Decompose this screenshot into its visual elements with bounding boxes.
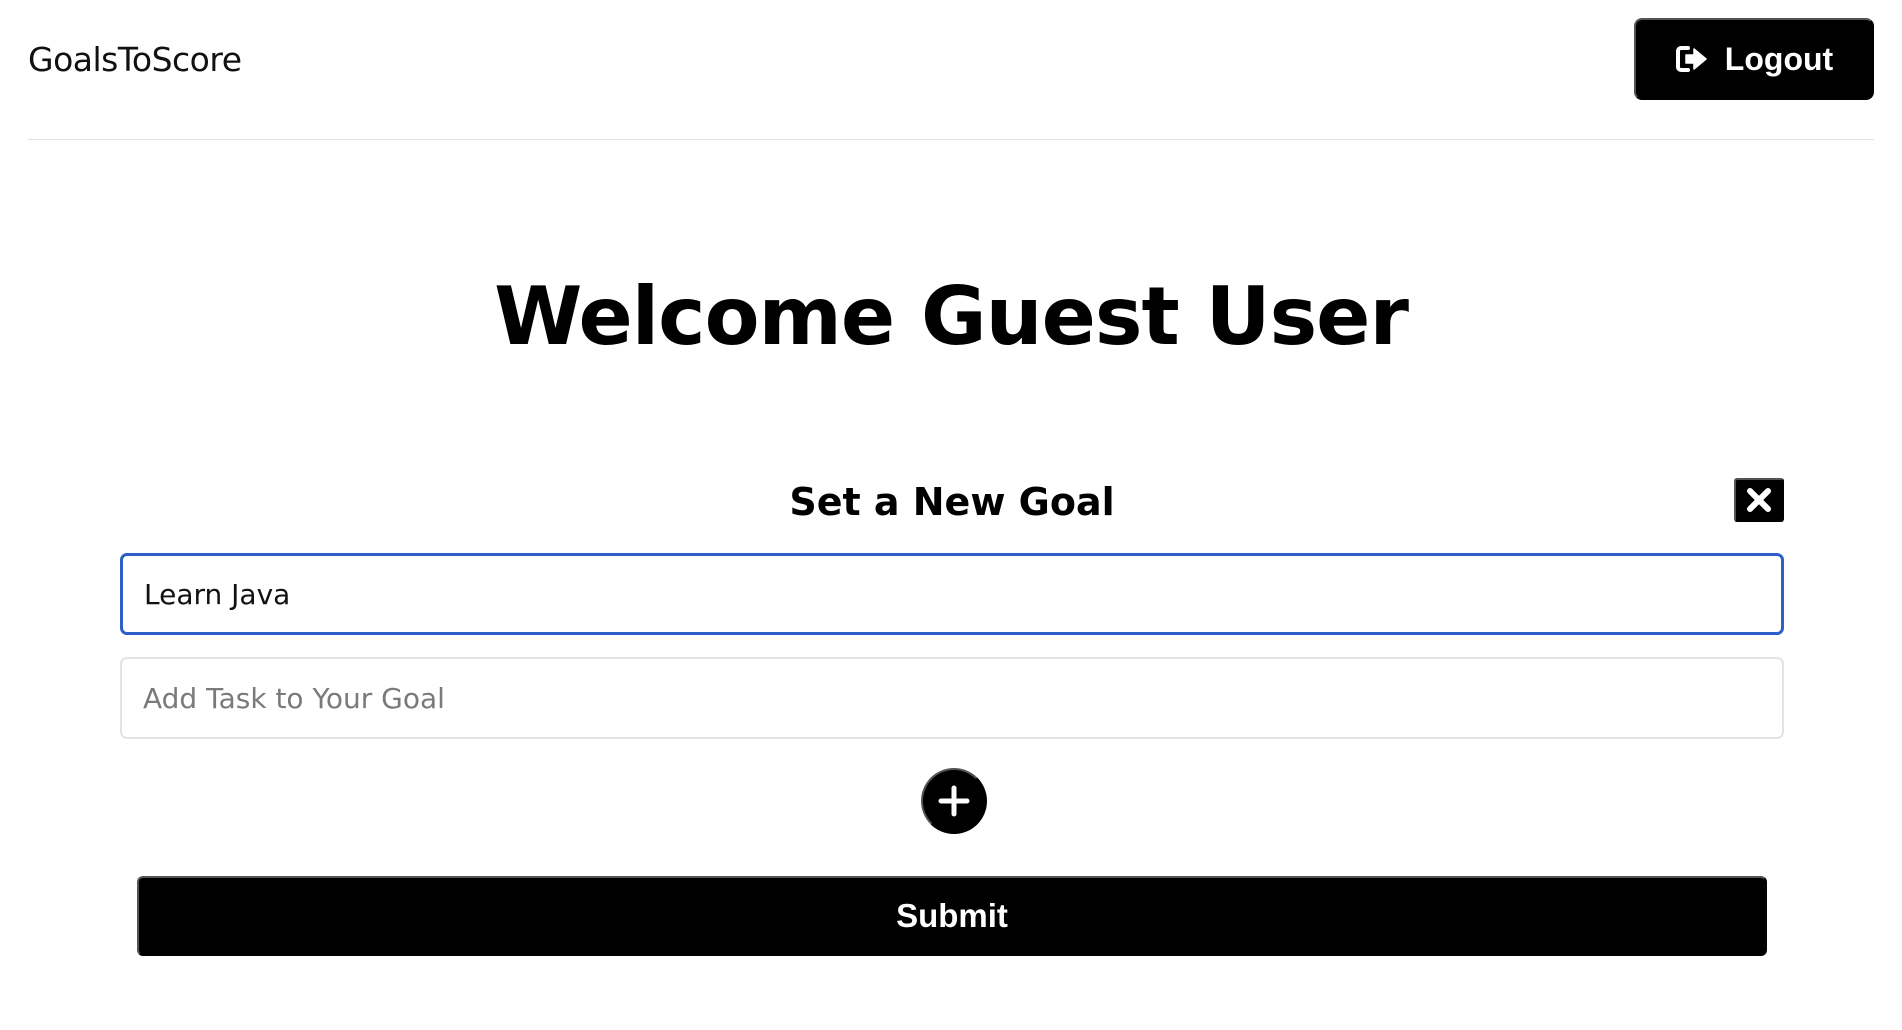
close-icon: [1745, 486, 1773, 514]
goal-name-input[interactable]: [120, 553, 1784, 635]
form-title: Set a New Goal: [789, 480, 1115, 524]
new-goal-form: Set a New Goal Submit: [120, 470, 1784, 970]
plus-icon: [937, 784, 971, 818]
sign-out-icon: [1675, 44, 1709, 74]
logout-label: Logout: [1724, 40, 1834, 77]
page: GoalsToScore Logout Welcome Guest User S…: [0, 0, 1902, 1030]
close-form-button[interactable]: [1734, 478, 1784, 522]
top-navbar: GoalsToScore Logout: [28, 0, 1874, 140]
brand-logo-text[interactable]: GoalsToScore: [28, 40, 242, 79]
logout-button[interactable]: Logout: [1634, 18, 1874, 100]
submit-button[interactable]: Submit: [137, 876, 1767, 956]
welcome-heading: Welcome Guest User: [494, 270, 1409, 363]
task-input[interactable]: [120, 657, 1784, 739]
add-task-button[interactable]: [921, 768, 987, 834]
